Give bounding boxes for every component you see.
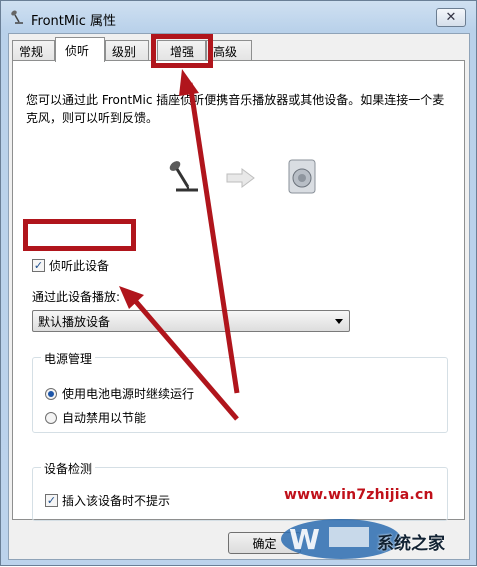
svg-text:W: W — [289, 523, 320, 556]
watermark-brand: 系统之家 — [377, 534, 445, 554]
tab-listen[interactable]: 侦听 — [55, 37, 105, 62]
watermark-url: www.win7zhijia.cn — [284, 487, 434, 503]
tab-label: 侦听 — [65, 43, 90, 58]
properties-window: FrontMic 属性 ✕ 常规 侦听 级别 增强 高级 您可以通过此 Fron… — [0, 0, 477, 566]
annotation-arrows — [119, 69, 240, 421]
watermark-logo: W — [281, 519, 401, 559]
